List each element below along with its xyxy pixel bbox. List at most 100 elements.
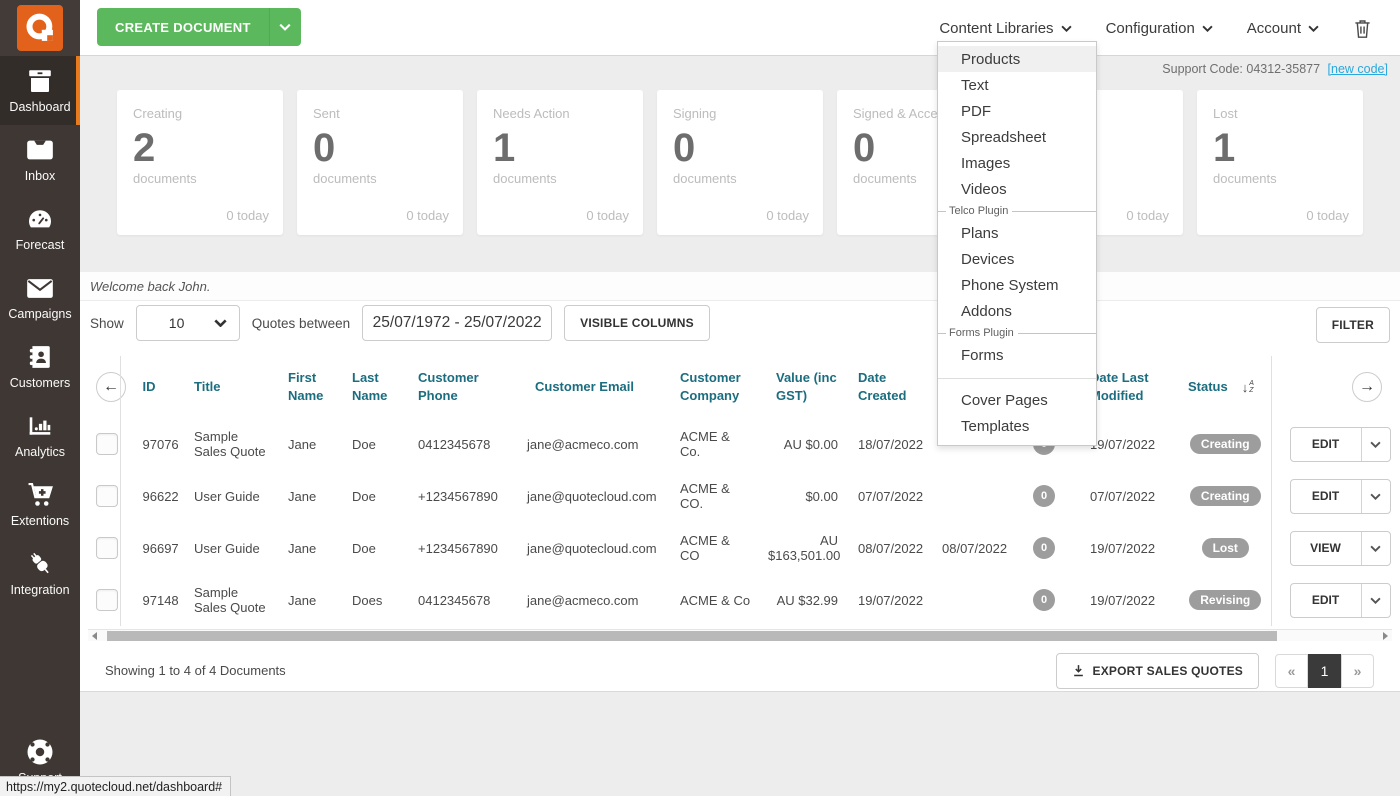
- row-action-button[interactable]: EDIT: [1289, 582, 1391, 618]
- menu-item-plans[interactable]: Plans: [938, 220, 1096, 246]
- quotes-between-label: Quotes between: [251, 315, 351, 331]
- row-action-button[interactable]: EDIT: [1289, 426, 1391, 462]
- table-row: 96697 User Guide Jane Doe +1234567890 ja…: [88, 522, 1392, 574]
- status-bar-url: https://my2.quotecloud.net/dashboard#: [0, 776, 232, 796]
- sidebar-item-extentions[interactable]: Extentions: [0, 470, 80, 539]
- scrollbar-thumb[interactable]: [107, 631, 1277, 641]
- group-label: Forms Plugin: [949, 327, 1014, 339]
- filter-button[interactable]: FILTER: [1315, 307, 1390, 343]
- date-range-input[interactable]: [362, 305, 553, 341]
- sidebar-item-campaigns[interactable]: Campaigns: [0, 263, 80, 332]
- create-document-button[interactable]: CREATE DOCUMENT: [97, 8, 301, 46]
- sidebar-item-label: Dashboard: [9, 100, 71, 114]
- trash-icon: [1355, 19, 1370, 38]
- row-action-caret[interactable]: [1360, 583, 1390, 617]
- menu-account[interactable]: Account: [1247, 20, 1319, 37]
- row-checkbox[interactable]: [96, 537, 118, 559]
- row-action-caret[interactable]: [1360, 427, 1390, 461]
- create-document-label[interactable]: CREATE DOCUMENT: [97, 8, 269, 46]
- cell-id: 96622: [142, 488, 179, 504]
- cell-date-last-modified: 19/07/2022: [1090, 592, 1156, 608]
- row-action-caret[interactable]: [1360, 479, 1390, 513]
- new-code-link[interactable]: [new code]: [1328, 62, 1388, 76]
- envelope-icon: [26, 274, 54, 302]
- row-checkbox[interactable]: [96, 589, 118, 611]
- row-action-button[interactable]: EDIT: [1289, 478, 1391, 514]
- pagination-current-page[interactable]: 1: [1308, 653, 1341, 688]
- menu-item-pdf[interactable]: PDF: [938, 98, 1096, 124]
- header-title[interactable]: Title: [182, 356, 274, 418]
- header-last-name[interactable]: Last Name: [338, 356, 402, 418]
- menu-configuration[interactable]: Configuration: [1106, 20, 1213, 37]
- cell-date-sent: [938, 470, 1020, 522]
- row-action-label[interactable]: VIEW: [1291, 532, 1361, 565]
- cell-date-created: 07/07/2022: [858, 488, 924, 504]
- menu-item-cover-pages[interactable]: Cover Pages: [938, 387, 1096, 413]
- sidebar-item-integration[interactable]: Integration: [0, 539, 80, 608]
- menu-group-telco-plugin: Telco Plugin: [938, 204, 1096, 218]
- menu-item-text[interactable]: Text: [938, 72, 1096, 98]
- header-customer-phone[interactable]: Customer Phone: [402, 356, 507, 418]
- row-action-label[interactable]: EDIT: [1291, 584, 1361, 617]
- menu-item-products[interactable]: Products: [938, 46, 1096, 72]
- menu-item-templates[interactable]: Templates: [938, 413, 1096, 439]
- header-customer-email[interactable]: Customer Email: [507, 356, 662, 418]
- table-row: 96622 User Guide Jane Doe +1234567890 ja…: [88, 470, 1392, 522]
- menu-item-images[interactable]: Images: [938, 150, 1096, 176]
- support-code: Support Code: 04312-35877 [new code]: [1162, 62, 1388, 76]
- sidebar-item-label: Customers: [9, 376, 71, 390]
- card-title: Lost: [1213, 106, 1238, 121]
- documents-table: ← ID Title First Name Last Name Customer…: [88, 356, 1392, 626]
- menu-label: Account: [1246, 19, 1301, 37]
- sidebar-item-dashboard[interactable]: Dashboard: [0, 56, 80, 125]
- menu-item-addons[interactable]: Addons: [938, 298, 1096, 324]
- scrollbar-right-arrow[interactable]: [1383, 632, 1388, 640]
- status-badge: Creating: [1189, 434, 1261, 454]
- menu-content-libraries[interactable]: Content Libraries: [939, 20, 1072, 37]
- menu-item-devices[interactable]: Devices: [938, 246, 1096, 272]
- show-select[interactable]: 10: [135, 305, 240, 341]
- sidebar-item-inbox[interactable]: Inbox: [0, 125, 80, 194]
- header-customer-company[interactable]: Customer Company: [662, 356, 760, 418]
- card-today: 0 today: [406, 208, 449, 223]
- chevron-down-icon: [279, 23, 291, 31]
- row-checkbox[interactable]: [96, 433, 118, 455]
- menu-item-forms[interactable]: Forms: [938, 342, 1096, 368]
- menu-item-spreadsheet[interactable]: Spreadsheet: [938, 124, 1096, 150]
- trash-button[interactable]: [1353, 18, 1372, 39]
- card-unit: documents: [673, 171, 737, 186]
- sidebar-item-forecast[interactable]: Forecast: [0, 194, 80, 263]
- scroll-right-button[interactable]: →: [1352, 372, 1382, 402]
- sidebar-item-customers[interactable]: Customers: [0, 332, 80, 401]
- pagination-prev-button[interactable]: «: [1275, 653, 1308, 688]
- row-action-button[interactable]: VIEW: [1289, 530, 1391, 566]
- menu-group-forms-plugin: Forms Plugin: [938, 326, 1096, 340]
- sort-alpha-icon[interactable]: ↓ A Z: [1242, 379, 1254, 397]
- row-action-caret[interactable]: [1360, 531, 1390, 565]
- cell-title: Sample Sales Quote: [194, 585, 266, 615]
- menu-item-videos[interactable]: Videos: [938, 176, 1096, 202]
- export-sales-quotes-button[interactable]: EXPORT SALES QUOTES: [1055, 652, 1259, 689]
- pagination-next-button[interactable]: »: [1341, 653, 1374, 688]
- chevron-down-icon: [214, 319, 227, 327]
- visible-columns-button[interactable]: VISIBLE COLUMNS: [564, 305, 710, 341]
- header-status[interactable]: Status ↓ A Z: [1180, 356, 1272, 418]
- header-id[interactable]: ID: [120, 356, 182, 418]
- cell-date-sent: [938, 574, 1020, 626]
- row-action-label[interactable]: EDIT: [1291, 480, 1361, 513]
- cell-email: jane@quotecloud.com: [527, 540, 657, 556]
- menu-item-phone-system[interactable]: Phone System: [938, 272, 1096, 298]
- sidebar-item-label: Campaigns: [8, 307, 72, 321]
- row-checkbox[interactable]: [96, 485, 118, 507]
- quotecloud-logo[interactable]: [17, 5, 63, 51]
- scrollbar-left-arrow[interactable]: [92, 632, 97, 640]
- header-first-name[interactable]: First Name: [274, 356, 338, 418]
- checkbox-cell: [88, 522, 121, 574]
- create-document-caret[interactable]: [268, 8, 301, 46]
- header-value[interactable]: Value (inc GST): [760, 356, 850, 418]
- sidebar-item-analytics[interactable]: Analytics: [0, 401, 80, 470]
- row-action-label[interactable]: EDIT: [1291, 428, 1361, 461]
- stat-card-creating: Creating 2 documents 0 today: [117, 90, 283, 235]
- cell-date-created: 18/07/2022: [858, 436, 924, 452]
- header-date-created[interactable]: Date Created: [850, 356, 938, 418]
